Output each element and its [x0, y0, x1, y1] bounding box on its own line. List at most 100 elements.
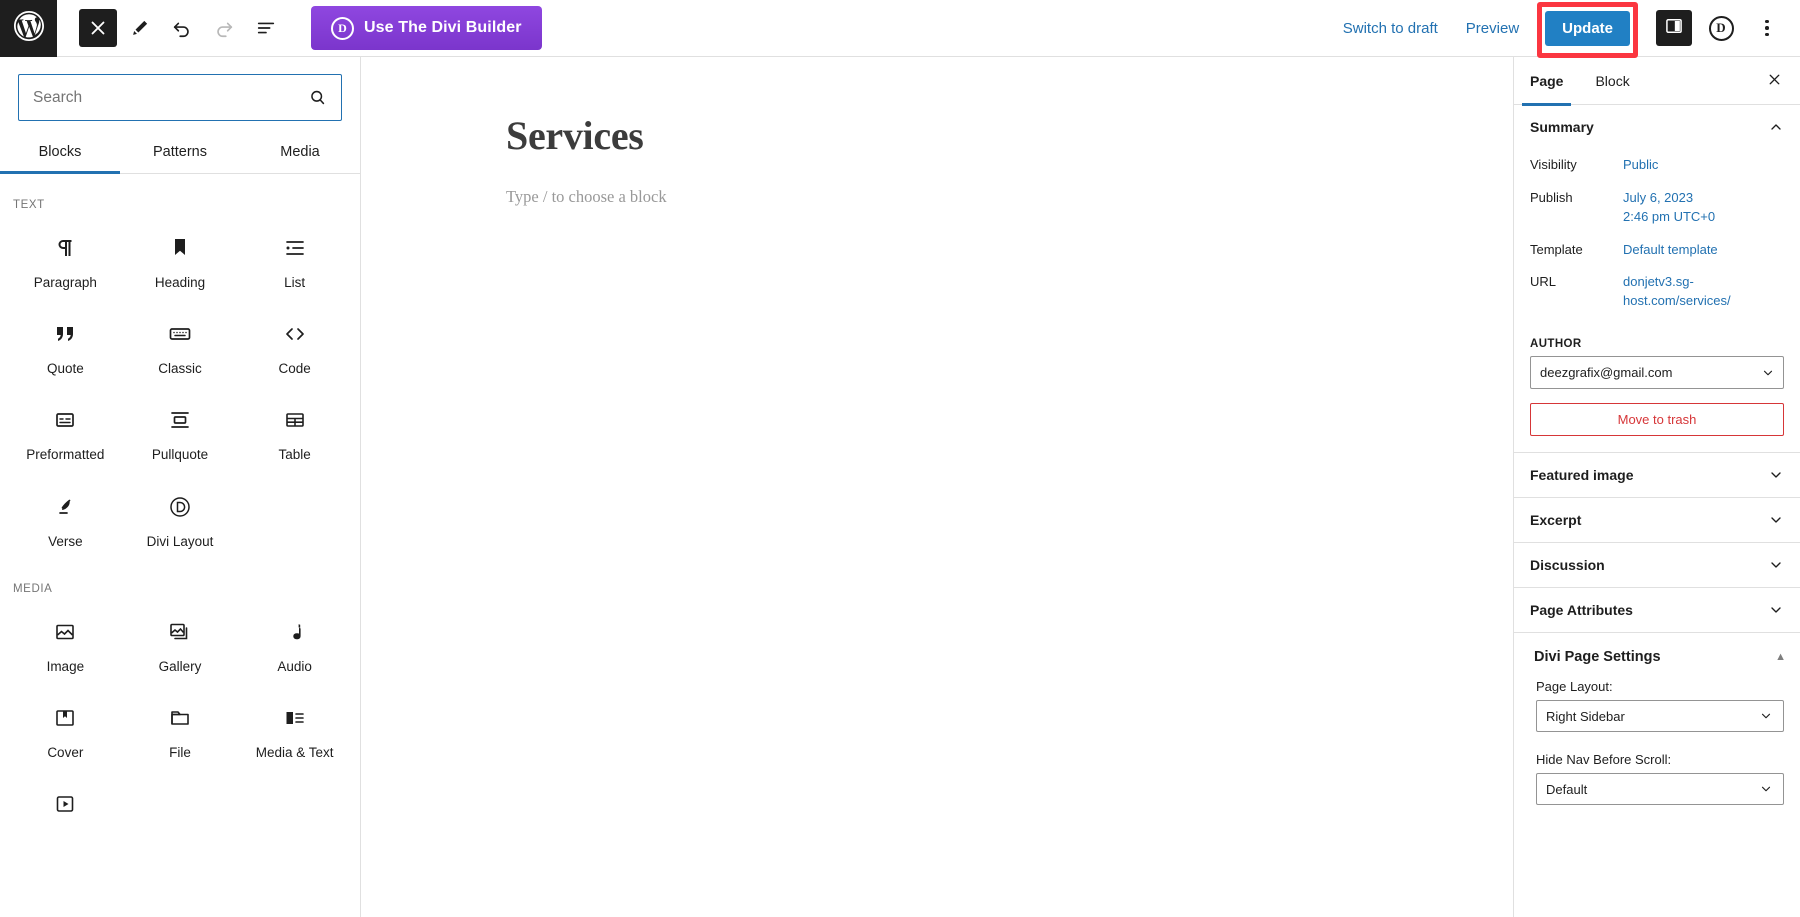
block-item-classic[interactable]: Classic — [123, 299, 238, 385]
wordpress-logo-button[interactable] — [0, 0, 57, 57]
audio-icon — [283, 619, 307, 645]
file-icon — [168, 705, 192, 731]
divi-page-settings-header[interactable]: Divi Page Settings ▲ — [1514, 633, 1800, 675]
settings-sidebar-toggle-button[interactable] — [1656, 10, 1692, 46]
block-item-video[interactable] — [8, 769, 123, 839]
video-icon — [53, 791, 77, 817]
search-input[interactable] — [19, 88, 308, 107]
block-label: Paragraph — [33, 275, 97, 290]
block-item-code[interactable]: Code — [237, 299, 352, 385]
url-value-button[interactable]: donjetv3.sg- host.com/services/ — [1623, 273, 1731, 311]
inserter-search-wrapper — [0, 57, 360, 133]
block-item-file[interactable]: File — [123, 683, 238, 769]
block-item-heading[interactable]: Heading — [123, 213, 238, 299]
block-item-list[interactable]: List — [237, 213, 352, 299]
tab-patterns[interactable]: Patterns — [120, 133, 240, 173]
block-item-cover[interactable]: Cover — [8, 683, 123, 769]
block-item-table[interactable]: Table — [237, 385, 352, 471]
block-label: List — [284, 275, 306, 290]
editor-canvas[interactable]: Services Type / to choose a block — [361, 57, 1513, 917]
switch-to-draft-button[interactable]: Switch to draft — [1329, 12, 1452, 45]
block-item-audio[interactable]: Audio — [237, 597, 352, 683]
code-icon — [283, 321, 307, 347]
paragraph-icon — [53, 235, 77, 261]
block-item-image[interactable]: Image — [8, 597, 123, 683]
hide-nav-label: Hide Nav Before Scroll: — [1536, 752, 1672, 768]
list-icon — [283, 235, 307, 261]
panel-label: Page Attributes — [1530, 602, 1633, 619]
row-value-line2: 2:46 pm UTC+0 — [1623, 208, 1716, 224]
tab-block[interactable]: Block — [1579, 57, 1645, 105]
settings-sidebar: Page Block Summary Visibility Public Pub… — [1513, 57, 1800, 917]
divi-options-button[interactable]: D — [1702, 9, 1740, 47]
block-label: Code — [278, 361, 311, 377]
excerpt-panel-header[interactable]: Excerpt — [1514, 498, 1800, 542]
block-item-paragraph[interactable]: Paragraph — [8, 213, 123, 299]
chevron-down-icon — [1768, 512, 1784, 528]
close-editor-button[interactable] — [79, 9, 117, 47]
tab-blocks[interactable]: Blocks — [0, 133, 120, 174]
chevron-down-icon — [1768, 557, 1784, 573]
block-label: Gallery — [158, 658, 202, 674]
block-list-scroll-area[interactable]: TEXT Paragraph Heading List Quote Classi… — [0, 174, 360, 917]
summary-panel-header[interactable]: Summary — [1514, 105, 1800, 149]
block-item-pullquote[interactable]: Pullquote — [123, 385, 238, 471]
update-button[interactable]: Update — [1545, 10, 1630, 46]
section-label-media: MEDIA — [13, 582, 53, 595]
close-settings-button[interactable] — [1758, 65, 1790, 97]
undo-icon — [171, 17, 193, 39]
row-label: Visibility — [1530, 157, 1577, 172]
page-title[interactable]: Services — [361, 57, 1513, 159]
undo-button[interactable] — [163, 9, 201, 47]
hide-nav-select[interactable]: Default — [1536, 773, 1784, 806]
block-label: Divi Layout — [146, 533, 214, 549]
gallery-icon — [168, 619, 192, 645]
inserter-tabs: Blocks Patterns Media — [0, 133, 360, 174]
edit-mode-button[interactable] — [121, 9, 159, 47]
wordpress-logo-icon — [11, 8, 47, 49]
summary-row-url: URL donjetv3.sg- host.com/services/ — [1530, 266, 1784, 318]
author-select[interactable]: deezgrafix@gmail.com — [1530, 356, 1784, 390]
discussion-panel-header[interactable]: Discussion — [1514, 543, 1800, 587]
block-item-preformatted[interactable]: Preformatted — [8, 385, 123, 471]
preview-button[interactable]: Preview — [1452, 12, 1533, 45]
block-item-gallery[interactable]: Gallery — [123, 597, 238, 683]
visibility-value-button[interactable]: Public — [1623, 156, 1658, 175]
block-item-verse[interactable]: Verse — [8, 472, 123, 558]
block-label: Cover — [47, 744, 84, 760]
top-bar-left-tools: D Use The Divi Builder — [57, 6, 542, 50]
page-layout-select[interactable]: Right Sidebar — [1536, 700, 1784, 733]
media-text-icon — [283, 705, 307, 731]
tab-media[interactable]: Media — [240, 133, 360, 173]
divi-logo-icon: D — [1708, 15, 1734, 41]
block-label: Verse — [48, 533, 83, 549]
cover-icon — [53, 705, 77, 731]
more-options-button[interactable] — [1748, 9, 1786, 47]
page-attributes-panel-header[interactable]: Page Attributes — [1514, 588, 1800, 632]
block-label: File — [169, 744, 191, 760]
move-to-trash-button[interactable]: Move to trash — [1530, 403, 1784, 437]
list-view-icon — [255, 17, 277, 39]
update-button-wrapper: Update — [1537, 1, 1638, 58]
redo-button[interactable] — [205, 9, 243, 47]
document-overview-button[interactable] — [247, 9, 285, 47]
use-divi-builder-button[interactable]: D Use The Divi Builder — [311, 6, 542, 50]
block-item-divi-layout[interactable]: Divi Layout — [123, 472, 238, 558]
block-item-quote[interactable]: Quote — [8, 299, 123, 385]
publish-date-button[interactable]: July 6, 2023 2:46 pm UTC+0 — [1623, 189, 1715, 227]
block-placeholder-text[interactable]: Type / to choose a block — [506, 187, 667, 207]
divi-field-page-layout: Page Layout: Right Sidebar — [1514, 675, 1800, 733]
template-value-button[interactable]: Default template — [1623, 241, 1718, 260]
quote-icon — [53, 321, 77, 347]
block-label: Preformatted — [26, 447, 105, 463]
settings-tab-bar: Page Block — [1514, 57, 1800, 106]
block-item-media-text[interactable]: Media & Text — [237, 683, 352, 769]
search-box[interactable] — [18, 74, 342, 121]
panel-label: Featured image — [1530, 467, 1634, 484]
row-label: Template — [1530, 241, 1583, 257]
summary-row-visibility: Visibility Public — [1530, 149, 1784, 182]
block-grid-media: Image Gallery Audio Cover File Media & T… — [0, 597, 360, 839]
tab-page[interactable]: Page — [1514, 57, 1579, 106]
featured-image-panel-header[interactable]: Featured image — [1514, 453, 1800, 497]
close-icon — [1766, 71, 1783, 91]
